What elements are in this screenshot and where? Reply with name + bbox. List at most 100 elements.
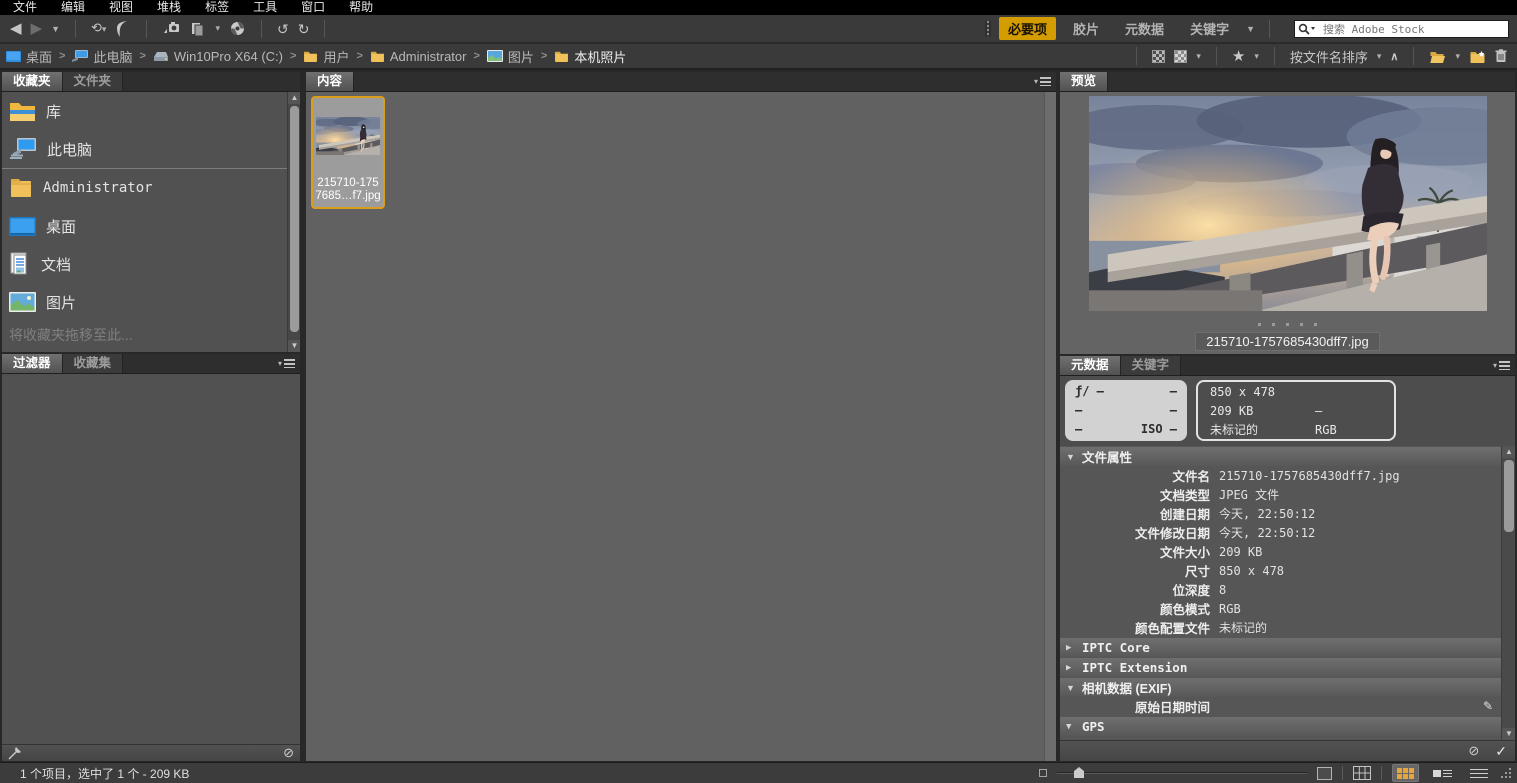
- section-file-properties[interactable]: ▼ 文件属性: [1060, 447, 1501, 466]
- edit-pencil-icon[interactable]: ✎: [1483, 699, 1493, 713]
- favorites-item-libraries[interactable]: 库: [2, 92, 287, 130]
- tab-preview[interactable]: 预览: [1060, 72, 1108, 91]
- desktop-icon: [9, 217, 36, 236]
- smaller-thumbnails-icon[interactable]: [1039, 769, 1047, 777]
- breadcrumb-current-folder[interactable]: 本机照片: [554, 47, 626, 66]
- rating-filter-star-icon[interactable]: ★: [1232, 47, 1245, 65]
- new-folder-icon[interactable]: [1469, 50, 1486, 63]
- slider-knob[interactable]: [1074, 767, 1084, 778]
- favorites-item-pictures[interactable]: 图片: [2, 283, 287, 321]
- preview-image[interactable]: [1089, 96, 1487, 311]
- thumbnail-quality-options-icon[interactable]: [1174, 50, 1187, 63]
- refresh-spin-icon[interactable]: [229, 20, 246, 37]
- menu-help[interactable]: 帮助: [349, 0, 373, 15]
- view-as-thumbnails-button[interactable]: [1392, 764, 1419, 782]
- tab-collections[interactable]: 收藏集: [63, 354, 124, 373]
- camera-import-icon[interactable]: [162, 21, 181, 36]
- workspace-caret-icon[interactable]: ▼: [1246, 24, 1255, 34]
- favorites-item-this-pc[interactable]: 此电脑: [2, 130, 287, 168]
- view-as-list-button[interactable]: [1466, 764, 1492, 782]
- workspace-tab-metadata[interactable]: 元数据: [1116, 17, 1173, 40]
- slider-track[interactable]: [1057, 772, 1307, 774]
- workspace-tab-filmstrip[interactable]: 胶片: [1064, 17, 1108, 40]
- forward-icon[interactable]: ▶: [31, 19, 43, 39]
- menu-label[interactable]: 标签: [205, 0, 229, 15]
- section-gps[interactable]: ▼ GPS: [1060, 717, 1501, 736]
- quality-caret-icon[interactable]: ▾: [1196, 51, 1201, 62]
- breadcrumb-this-pc[interactable]: 此电脑: [72, 47, 132, 66]
- sort-by-filename[interactable]: 按文件名排序: [1290, 47, 1368, 66]
- scrollbar-thumb[interactable]: [290, 106, 299, 332]
- favorites-scrollbar[interactable]: ▲ ▼: [287, 92, 300, 352]
- thumbnail-quality-icon[interactable]: [1152, 50, 1165, 63]
- breadcrumb-drive-c[interactable]: Win10Pro X64 (C:): [153, 49, 283, 64]
- workspace-drag-handle[interactable]: [985, 21, 991, 37]
- nav-history-caret-icon[interactable]: ▼: [51, 24, 60, 34]
- tab-filter[interactable]: 过滤器: [2, 354, 63, 373]
- breadcrumb-separator: >: [139, 50, 145, 62]
- back-icon[interactable]: ◀: [10, 19, 22, 39]
- open-folder-icon[interactable]: [1429, 50, 1446, 63]
- larger-thumbnails-icon[interactable]: [1317, 767, 1332, 780]
- lock-grid-icon[interactable]: [1353, 766, 1371, 780]
- apply-metadata-icon[interactable]: ✓: [1495, 743, 1507, 760]
- rating-dots[interactable]: [1060, 318, 1515, 330]
- breadcrumb-pictures[interactable]: 图片: [487, 47, 534, 66]
- sort-caret-icon[interactable]: ▾: [1377, 51, 1382, 62]
- workspace-tab-essentials[interactable]: 必要项: [999, 17, 1056, 40]
- tab-keywords[interactable]: 关键字: [1121, 356, 1182, 375]
- tab-folders[interactable]: 文件夹: [63, 72, 124, 91]
- menu-tools[interactable]: 工具: [253, 0, 277, 15]
- tab-content[interactable]: 内容: [306, 72, 354, 91]
- content-panel-menu-icon[interactable]: ▾: [1034, 77, 1051, 86]
- content-scrollbar[interactable]: [1044, 92, 1056, 761]
- thumbnail-size-slider[interactable]: [1057, 766, 1307, 780]
- section-camera-data-exif[interactable]: ▼ 相机数据 (EXIF): [1060, 678, 1501, 697]
- scroll-down-icon[interactable]: ▼: [1502, 728, 1515, 740]
- workspace-tab-keywords[interactable]: 关键字: [1181, 17, 1238, 40]
- menu-stacks[interactable]: 堆栈: [157, 0, 181, 15]
- section-iptc-core[interactable]: ▶ IPTC Core: [1060, 638, 1501, 657]
- search-icon[interactable]: [1298, 23, 1316, 35]
- menu-file[interactable]: 文件: [13, 0, 37, 15]
- delete-trash-icon[interactable]: [1495, 49, 1507, 63]
- favorites-item-desktop[interactable]: 桌面: [2, 207, 287, 245]
- menu-window[interactable]: 窗口: [301, 0, 325, 15]
- breadcrumb-users[interactable]: 用户: [303, 47, 349, 66]
- rotate-left-icon[interactable]: ↺: [277, 19, 289, 39]
- window-resize-grip[interactable]: [1502, 769, 1511, 778]
- boomerang-icon[interactable]: [115, 20, 131, 38]
- section-iptc-extension[interactable]: ▶ IPTC Extension: [1060, 658, 1501, 677]
- rating-caret-icon[interactable]: ▾: [1254, 51, 1259, 62]
- keep-filter-pin-icon[interactable]: [8, 746, 22, 760]
- breadcrumb-administrator[interactable]: Administrator: [370, 49, 467, 64]
- scroll-down-icon[interactable]: ▼: [288, 340, 300, 352]
- meta-row-datetime-original[interactable]: 原始日期时间 ✎: [1060, 697, 1501, 716]
- search-input[interactable]: [1294, 20, 1509, 38]
- tab-favorites[interactable]: 收藏夹: [2, 72, 63, 91]
- file-thumbnail-selected[interactable]: 215710-175 7685…f7.jpg: [311, 96, 385, 209]
- metadata-scrollbar[interactable]: ▲ ▼: [1501, 446, 1515, 740]
- scrollbar-thumb[interactable]: [1504, 460, 1514, 532]
- copy-pages-icon[interactable]: [190, 21, 206, 37]
- menu-edit[interactable]: 编辑: [61, 0, 85, 15]
- open-caret-icon[interactable]: ▾: [1455, 51, 1460, 62]
- copy-caret-icon[interactable]: ▾: [215, 23, 220, 34]
- rotate-right-icon[interactable]: ↻: [298, 19, 310, 39]
- scroll-up-icon[interactable]: ▲: [288, 92, 300, 104]
- cancel-metadata-icon[interactable]: ⊘: [1468, 743, 1479, 759]
- recent-items-icon[interactable]: ⟲▾: [91, 18, 106, 39]
- breadcrumb-desktop[interactable]: 桌面: [6, 47, 52, 66]
- view-as-details-button[interactable]: [1429, 764, 1456, 782]
- sort-ascending-icon[interactable]: ∧: [1390, 50, 1398, 63]
- metadata-panel-menu-icon[interactable]: ▾: [1493, 361, 1510, 370]
- scroll-up-icon[interactable]: ▲: [1502, 446, 1515, 458]
- menu-view[interactable]: 视图: [109, 0, 133, 15]
- favorites-item-administrator[interactable]: Administrator: [2, 169, 287, 207]
- clear-filter-icon[interactable]: ⊘: [283, 745, 294, 761]
- thumbnails-view-icon: [1397, 768, 1414, 779]
- tab-metadata[interactable]: 元数据: [1060, 356, 1121, 375]
- favorites-item-documents[interactable]: 文档: [2, 245, 287, 283]
- filter-panel-menu-icon[interactable]: ▾: [278, 359, 295, 368]
- metadata-placard: ƒ/ —— —— —ISO — 850 x 478 209 KB— 未标记的RG…: [1060, 376, 1515, 446]
